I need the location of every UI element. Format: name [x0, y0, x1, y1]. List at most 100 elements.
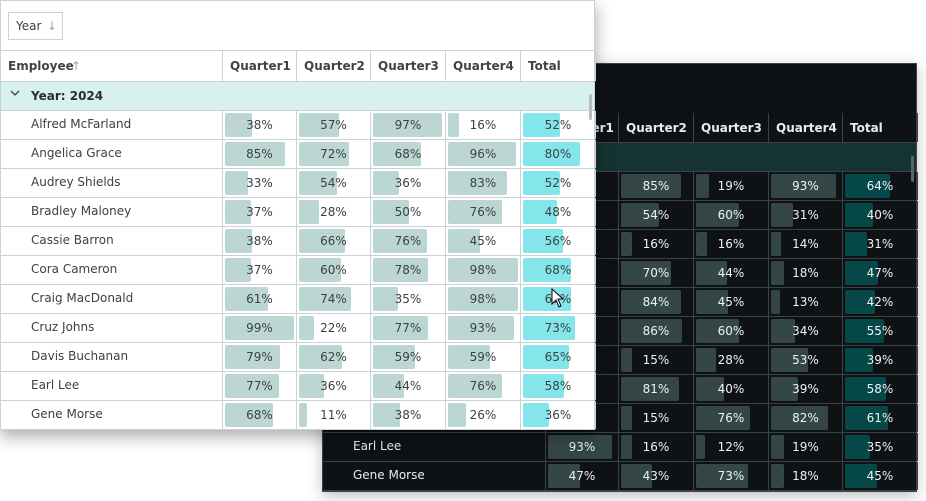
q1-cell[interactable]: 77% — [223, 372, 297, 400]
employee-cell[interactable]: Earl Lee — [1, 372, 223, 400]
q2-cell[interactable]: 15% — [619, 346, 694, 374]
employee-cell[interactable]: Gene Morse — [323, 462, 546, 490]
q2-cell[interactable]: 28% — [297, 198, 371, 226]
total-cell[interactable]: 68% — [521, 256, 596, 284]
q4-cell[interactable]: 93% — [446, 314, 521, 342]
total-cell[interactable]: 58% — [521, 372, 596, 400]
q3-cell[interactable]: 76% — [371, 227, 446, 255]
q3-cell[interactable]: 78% — [371, 256, 446, 284]
q3-cell[interactable]: 12% — [694, 433, 769, 461]
total-cell[interactable]: 56% — [521, 227, 596, 255]
q2-cell[interactable]: 86% — [619, 317, 694, 345]
table-row[interactable]: Alfred McFarland 38% 57% 97% 16% 52% — [1, 111, 596, 140]
q3-cell[interactable]: 45% — [694, 288, 769, 316]
q4-cell[interactable]: 59% — [446, 343, 521, 371]
q2-cell[interactable]: 62% — [297, 343, 371, 371]
q1-cell[interactable]: 61% — [223, 285, 297, 313]
q4-cell[interactable]: 18% — [769, 259, 843, 287]
sort-ascending-icon[interactable]: ↑ — [71, 59, 81, 73]
q3-cell[interactable]: 73% — [694, 462, 769, 490]
employee-cell[interactable]: Craig MacDonald — [1, 285, 223, 313]
total-cell[interactable]: 61% — [843, 404, 918, 432]
q4-cell[interactable]: 98% — [446, 256, 521, 284]
q1-cell[interactable]: 79% — [223, 343, 297, 371]
q3-cell[interactable]: 50% — [371, 198, 446, 226]
column-header-employee[interactable]: Employee ↑ — [1, 51, 223, 81]
q4-cell[interactable]: 98% — [446, 285, 521, 313]
employee-cell[interactable]: Alfred McFarland — [1, 111, 223, 139]
total-cell[interactable]: 48% — [521, 198, 596, 226]
q1-cell[interactable]: 99% — [223, 314, 297, 342]
column-header-quarter4[interactable]: Quarter4 — [446, 51, 521, 81]
q4-cell[interactable]: 31% — [769, 201, 843, 229]
q4-cell[interactable]: 45% — [446, 227, 521, 255]
q3-cell[interactable]: 59% — [371, 343, 446, 371]
q4-cell[interactable]: 76% — [446, 372, 521, 400]
q1-cell[interactable]: 38% — [223, 227, 297, 255]
total-cell[interactable]: 65% — [521, 343, 596, 371]
q4-cell[interactable]: 18% — [769, 462, 843, 490]
group-row-year-2024[interactable]: Year: 2024 — [1, 82, 594, 111]
q2-cell[interactable]: 81% — [619, 375, 694, 403]
total-cell[interactable]: 40% — [843, 201, 918, 229]
table-row[interactable]: Gene Morse 68% 11% 38% 26% 36% — [1, 401, 596, 430]
chevron-down-icon[interactable] — [10, 88, 20, 101]
total-cell[interactable]: 47% — [843, 259, 918, 287]
column-header-quarter2[interactable]: Quarter2 — [619, 113, 694, 142]
q4-cell[interactable]: 26% — [446, 401, 521, 429]
column-header-total[interactable]: Total — [521, 51, 596, 81]
table-row[interactable]: Earl Lee 93% 16% 12% 19% 35% — [323, 433, 918, 462]
q4-cell[interactable]: 82% — [769, 404, 843, 432]
q3-cell[interactable]: 28% — [694, 346, 769, 374]
column-header-quarter4[interactable]: Quarter4 — [769, 113, 843, 142]
table-row[interactable]: Gene Morse 47% 43% 73% 18% 45% — [323, 462, 918, 491]
q2-cell[interactable]: 84% — [619, 288, 694, 316]
q4-cell[interactable]: 93% — [769, 172, 843, 200]
total-cell[interactable]: 52% — [521, 169, 596, 197]
table-row[interactable]: Cora Cameron 37% 60% 78% 98% 68% — [1, 256, 596, 285]
employee-cell[interactable]: Davis Buchanan — [1, 343, 223, 371]
q4-cell[interactable]: 83% — [446, 169, 521, 197]
table-row[interactable]: Angelica Grace 85% 72% 68% 96% 80% — [1, 140, 596, 169]
q1-cell[interactable]: 37% — [223, 198, 297, 226]
q1-cell[interactable]: 68% — [223, 401, 297, 429]
table-row[interactable]: Craig MacDonald61%74%35%98%67% — [1, 285, 596, 314]
q2-cell[interactable]: 72% — [297, 140, 371, 168]
total-cell[interactable]: 45% — [843, 462, 918, 490]
q4-cell[interactable]: 53% — [769, 346, 843, 374]
employee-cell[interactable]: Cruz Johns — [1, 314, 223, 342]
total-cell[interactable]: 64% — [843, 172, 918, 200]
q3-cell[interactable]: 68% — [371, 140, 446, 168]
q2-cell[interactable]: 16% — [619, 433, 694, 461]
q2-cell[interactable]: 15% — [619, 404, 694, 432]
group-chip-year[interactable]: Year ↓ — [8, 12, 63, 40]
q4-cell[interactable]: 13% — [769, 288, 843, 316]
q3-cell[interactable]: 44% — [694, 259, 769, 287]
q2-cell[interactable]: 60% — [297, 256, 371, 284]
employee-cell[interactable]: Cora Cameron — [1, 256, 223, 284]
total-cell[interactable]: 31% — [843, 230, 918, 258]
total-cell[interactable]: 58% — [843, 375, 918, 403]
q1-cell[interactable]: 33% — [223, 169, 297, 197]
q4-cell[interactable]: 14% — [769, 230, 843, 258]
q4-cell[interactable]: 39% — [769, 375, 843, 403]
q2-cell[interactable]: 54% — [619, 201, 694, 229]
table-row[interactable]: Earl Lee 77% 36% 44% 76% 58% — [1, 372, 596, 401]
q2-cell[interactable]: 11% — [297, 401, 371, 429]
table-row[interactable]: Audrey Shields 33% 54% 36% 83% 52% — [1, 169, 596, 198]
employee-cell[interactable]: Gene Morse — [1, 401, 223, 429]
column-header-total[interactable]: Total — [843, 113, 918, 142]
q4-cell[interactable]: 76% — [446, 198, 521, 226]
q4-cell[interactable]: 34% — [769, 317, 843, 345]
employee-cell[interactable]: Earl Lee — [323, 433, 546, 461]
q1-cell[interactable]: 47% — [546, 462, 619, 490]
q2-cell[interactable]: 66% — [297, 227, 371, 255]
q1-cell[interactable]: 85% — [223, 140, 297, 168]
column-header-quarter3[interactable]: Quarter3 — [694, 113, 769, 142]
q1-cell[interactable]: 38% — [223, 111, 297, 139]
q2-cell[interactable]: 57% — [297, 111, 371, 139]
total-cell[interactable]: 36% — [521, 401, 596, 429]
employee-cell[interactable]: Cassie Barron — [1, 227, 223, 255]
q3-cell[interactable]: 40% — [694, 375, 769, 403]
q2-cell[interactable]: 54% — [297, 169, 371, 197]
